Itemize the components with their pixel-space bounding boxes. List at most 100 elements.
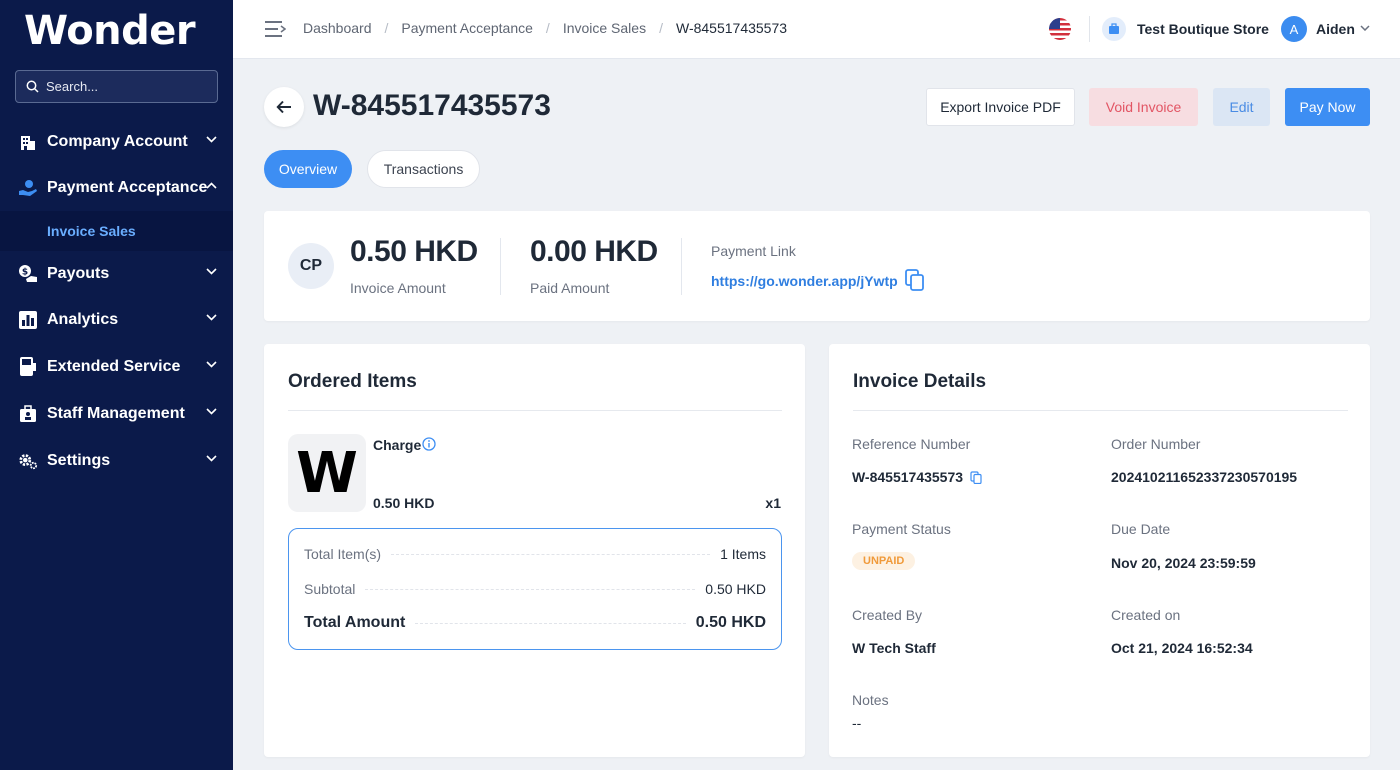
order-number-label: Order Number bbox=[1111, 436, 1201, 452]
us-flag-icon[interactable] bbox=[1049, 18, 1071, 40]
total-items-row: Total Item(s) 1 Items bbox=[304, 546, 766, 562]
dotted-leader bbox=[391, 553, 711, 555]
paid-amount-label: Paid Amount bbox=[530, 280, 610, 296]
item-quantity: x1 bbox=[765, 495, 781, 511]
reference-number-value: W-845517435573 bbox=[852, 469, 964, 485]
product-thumbnail: W bbox=[288, 434, 366, 512]
status-badge: UNPAID bbox=[852, 552, 916, 570]
breadcrumb-separator: / bbox=[659, 20, 663, 36]
notes-label: Notes bbox=[852, 692, 889, 708]
payment-link[interactable]: https://go.wonder.app/jYwtp bbox=[711, 273, 898, 289]
totals-box: Total Item(s) 1 Items Subtotal 0.50 HKD … bbox=[288, 528, 782, 650]
customer-badge: CP bbox=[288, 243, 334, 289]
payouts-icon: $ bbox=[18, 264, 38, 284]
sidebar-item-settings[interactable]: Settings bbox=[0, 441, 233, 481]
bar-chart-icon bbox=[18, 310, 38, 330]
export-invoice-pdf-button[interactable]: Export Invoice PDF bbox=[926, 88, 1075, 126]
breadcrumb-separator: / bbox=[545, 20, 550, 36]
chevron-down-icon bbox=[206, 408, 217, 415]
dotted-leader bbox=[365, 588, 696, 590]
hand-coin-icon bbox=[18, 178, 38, 198]
tab-overview[interactable]: Overview bbox=[264, 150, 352, 188]
top-bar: Dashboard / Payment Acceptance / Invoice… bbox=[233, 0, 1400, 59]
sidebar-item-analytics[interactable]: Analytics bbox=[0, 300, 233, 340]
item-price: 0.50 HKD bbox=[373, 495, 435, 511]
sidebar-item-label: Staff Management bbox=[47, 405, 185, 422]
divider bbox=[853, 410, 1348, 411]
payment-status-label: Payment Status bbox=[852, 521, 951, 537]
sidebar-item-company-account[interactable]: Company Account bbox=[0, 122, 233, 162]
page-title: W-845517435573 bbox=[313, 89, 551, 122]
edit-button[interactable]: Edit bbox=[1213, 88, 1270, 126]
due-date-value: Nov 20, 2024 23:59:59 bbox=[1111, 555, 1256, 571]
divider bbox=[1089, 16, 1090, 42]
building-icon bbox=[18, 132, 38, 152]
menu-toggle-icon[interactable] bbox=[264, 19, 286, 39]
sidebar-item-label: Settings bbox=[47, 452, 111, 469]
notes-value: -- bbox=[852, 715, 862, 731]
subtotal-row: Subtotal 0.50 HKD bbox=[304, 581, 766, 597]
copy-icon[interactable] bbox=[905, 269, 925, 291]
invoice-details-card: Invoice Details Reference Number W-84551… bbox=[829, 344, 1370, 757]
due-date-label: Due Date bbox=[1111, 521, 1171, 537]
divider bbox=[288, 410, 782, 411]
pay-now-button[interactable]: Pay Now bbox=[1285, 88, 1370, 126]
created-by-label: Created By bbox=[852, 607, 923, 623]
wonder-logo[interactable]: Wonder bbox=[24, 8, 196, 54]
sidebar-item-payment-acceptance[interactable]: Payment Acceptance bbox=[0, 168, 233, 208]
created-on-value: Oct 21, 2024 16:52:34 bbox=[1111, 640, 1253, 656]
void-invoice-button[interactable]: Void Invoice bbox=[1089, 88, 1198, 126]
info-icon[interactable] bbox=[422, 437, 436, 451]
paid-amount: 0.00 HKD bbox=[530, 235, 658, 268]
subtotal-value: 0.50 HKD bbox=[705, 581, 766, 597]
store-name[interactable]: Test Boutique Store bbox=[1137, 21, 1269, 37]
staff-icon bbox=[18, 404, 38, 424]
total-items-label: Total Item(s) bbox=[304, 546, 382, 562]
sidebar-item-label: Payment Acceptance bbox=[47, 179, 208, 196]
store-icon bbox=[1102, 17, 1126, 41]
subtotal-label: Subtotal bbox=[304, 581, 356, 597]
sidebar-item-label: Analytics bbox=[47, 311, 119, 328]
dotted-leader bbox=[415, 622, 686, 624]
total-amount-value: 0.50 HKD bbox=[695, 614, 766, 631]
sidebar: Wonder Company Account Payment Acceptanc… bbox=[0, 0, 233, 770]
invoice-amount: 0.50 HKD bbox=[350, 235, 478, 268]
payment-link-label: Payment Link bbox=[711, 243, 796, 259]
search-input[interactable] bbox=[46, 79, 206, 94]
total-amount-label: Total Amount bbox=[304, 614, 406, 631]
sidebar-item-staff-management[interactable]: Staff Management bbox=[0, 394, 233, 434]
sidebar-item-label: Company Account bbox=[47, 133, 188, 150]
reference-number-label: Reference Number bbox=[852, 436, 971, 452]
copy-icon[interactable] bbox=[970, 471, 982, 484]
chevron-down-icon bbox=[206, 361, 217, 368]
breadcrumb-invoice-sales[interactable]: Invoice Sales bbox=[563, 20, 646, 36]
breadcrumb-separator: / bbox=[384, 20, 389, 36]
sidebar-item-extended-service[interactable]: Extended Service bbox=[0, 347, 233, 387]
sidebar-subitem-invoice-sales[interactable]: Invoice Sales bbox=[47, 223, 136, 239]
sidebar-item-label: Extended Service bbox=[47, 358, 181, 375]
sidebar-item-label: Payouts bbox=[47, 265, 110, 282]
item-name: Charge bbox=[373, 437, 422, 453]
divider bbox=[500, 238, 501, 295]
user-name[interactable]: Aiden bbox=[1316, 21, 1355, 37]
chevron-down-icon[interactable] bbox=[1360, 25, 1370, 31]
breadcrumb-dashboard[interactable]: Dashboard bbox=[303, 20, 372, 36]
ordered-items-card: Ordered Items W Charge 0.50 HKD x1 Total… bbox=[264, 344, 805, 757]
breadcrumb-payment-acceptance[interactable]: Payment Acceptance bbox=[401, 20, 533, 36]
tab-transactions[interactable]: Transactions bbox=[367, 150, 480, 188]
invoice-amount-label: Invoice Amount bbox=[350, 280, 446, 296]
chevron-down-icon bbox=[206, 268, 217, 275]
sidebar-item-payouts[interactable]: $ Payouts bbox=[0, 254, 233, 294]
chevron-down-icon bbox=[206, 314, 217, 321]
total-items-value: 1 Items bbox=[720, 546, 766, 562]
search-icon bbox=[26, 80, 39, 93]
chevron-down-icon bbox=[206, 136, 217, 143]
back-button[interactable] bbox=[264, 87, 304, 127]
created-by-value: W Tech Staff bbox=[852, 640, 936, 656]
order-number-value: 20241021165233723057019​5 bbox=[1111, 469, 1298, 485]
gears-icon bbox=[18, 451, 38, 471]
search-box[interactable] bbox=[15, 70, 218, 103]
avatar[interactable]: A bbox=[1281, 16, 1307, 42]
ordered-items-title: Ordered Items bbox=[288, 371, 417, 392]
svg-text:$: $ bbox=[22, 268, 28, 278]
